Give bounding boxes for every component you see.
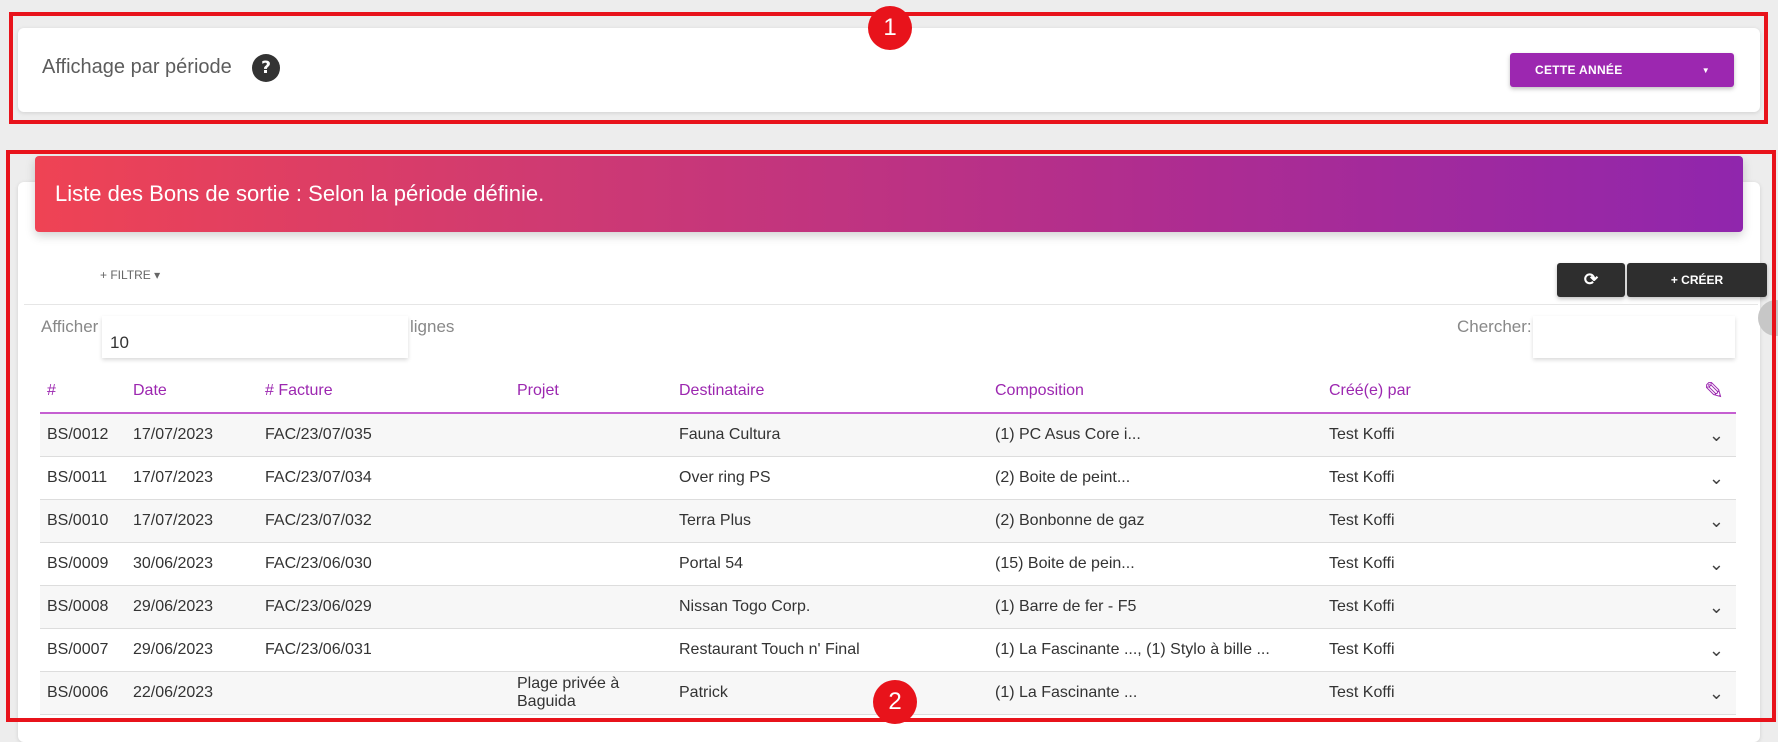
annotation-box-2 bbox=[6, 150, 1776, 722]
annotation-badge-1: 1 bbox=[868, 6, 912, 50]
annotation-badge-2: 2 bbox=[873, 680, 917, 724]
